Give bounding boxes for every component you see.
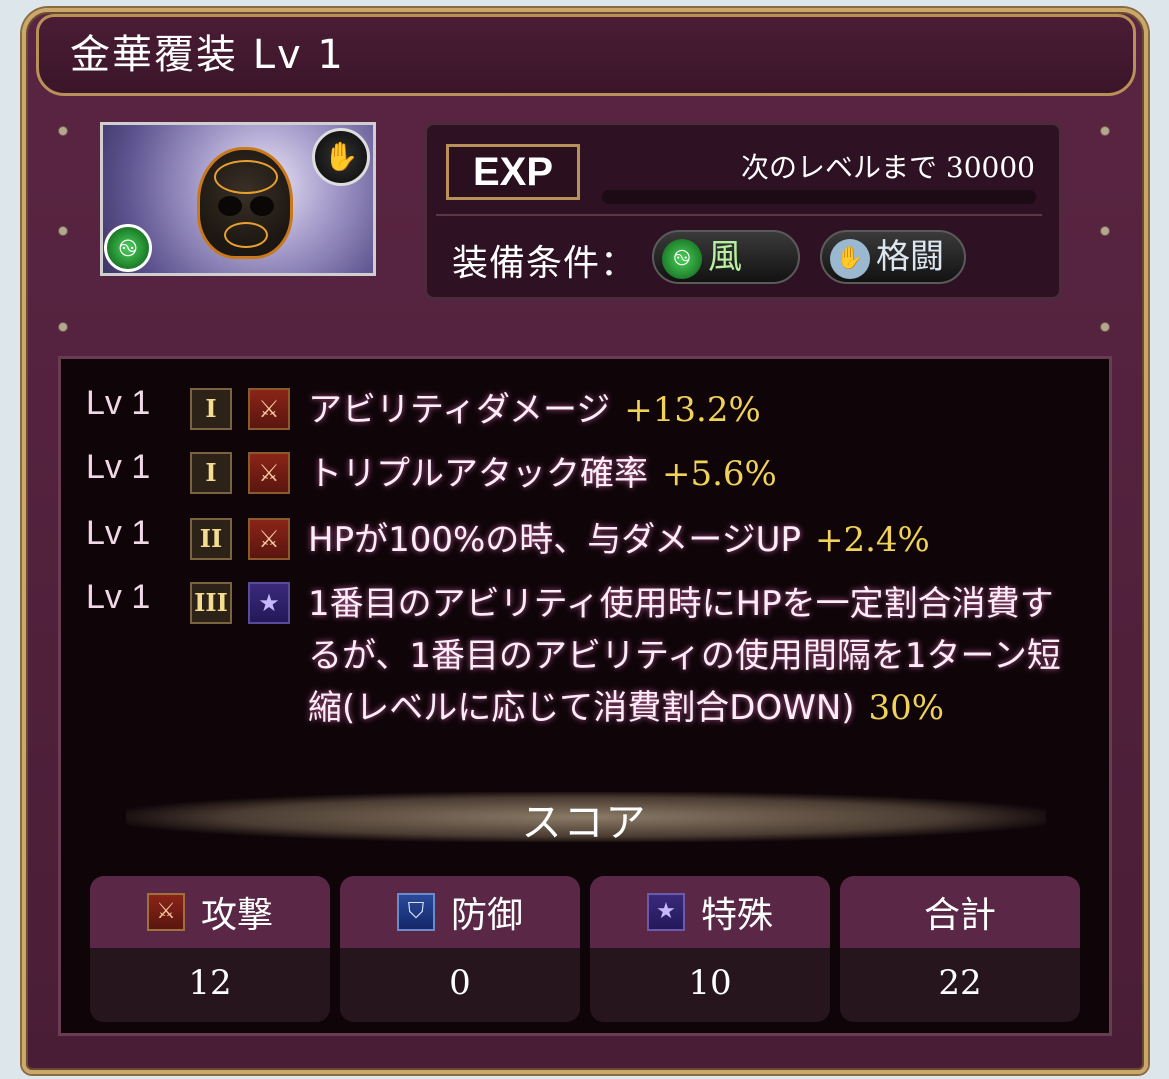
- tier-1-icon: I: [190, 388, 232, 430]
- skill-level: Lv 1: [86, 514, 151, 552]
- page-title: 金華覆装 Lv 1: [70, 32, 345, 78]
- score-special-header: ★ 特殊: [590, 876, 830, 948]
- star-icon: ★: [646, 893, 685, 931]
- rivet-decoration: [58, 126, 68, 136]
- exp-progress-bar: [602, 190, 1036, 204]
- score-special-label: 特殊: [700, 895, 773, 936]
- score-attack-card: ⚔ 攻撃 12: [90, 876, 330, 1022]
- skull-eye: [250, 196, 274, 216]
- attack-type-icon: ⚔: [248, 518, 290, 560]
- glove-icon: ✋: [830, 238, 870, 279]
- attack-icon: ⚔: [146, 893, 185, 931]
- skill-level: Lv 1: [86, 578, 151, 616]
- next-level-text: 次のレベルまで 30000: [741, 146, 1035, 186]
- score-defense-label: 防御: [450, 895, 523, 936]
- rivet-decoration: [58, 226, 68, 236]
- tier-3-icon: III: [190, 582, 232, 624]
- skill-description: トリプルアタック確率 +5.6%: [308, 448, 1088, 500]
- element-requirement-chip: ࿊ 風: [652, 230, 800, 284]
- skull-pattern: [224, 222, 268, 248]
- score-attack-header: ⚔ 攻撃: [90, 876, 330, 948]
- skull-eye: [218, 196, 242, 216]
- score-total-value: 22: [840, 948, 1080, 1022]
- skill-value: +13.2%: [624, 390, 761, 430]
- weapon-requirement-label: 格闘: [876, 237, 944, 277]
- next-level-label: 次のレベルまで: [741, 151, 938, 184]
- skill-description: 1番目のアビリティ使用時にHPを一定割合消費するが、1番目のアビリティの使用間隔…: [308, 578, 1078, 734]
- divider: [436, 214, 1042, 216]
- score-total-header: 合計: [840, 876, 1080, 948]
- skill-text: トリプルアタック確率: [308, 454, 648, 494]
- requirements-label: 装備条件：: [452, 243, 638, 284]
- skill-level: Lv 1: [86, 448, 151, 486]
- rivet-decoration: [58, 322, 68, 332]
- score-attack-value: 12: [90, 948, 330, 1022]
- skill-value: 30%: [868, 688, 945, 728]
- skill-value: +2.4%: [814, 520, 930, 560]
- exp-label: EXP: [446, 144, 580, 200]
- skull-pattern: [214, 160, 278, 194]
- score-attack-label: 攻撃: [200, 895, 273, 936]
- skill-description: アビリティダメージ +13.2%: [308, 384, 1088, 436]
- element-requirement-label: 風: [708, 237, 742, 277]
- score-special-value: 10: [590, 948, 830, 1022]
- tier-1-icon: I: [190, 452, 232, 494]
- attack-type-icon: ⚔: [248, 388, 290, 430]
- weapon-requirement-chip: ✋ 格闘: [820, 230, 966, 284]
- score-title: スコア: [521, 800, 648, 846]
- special-type-icon: ★: [248, 582, 290, 624]
- skill-level: Lv 1: [86, 384, 151, 422]
- next-level-value: 30000: [945, 151, 1035, 184]
- shield-icon: ⛉: [396, 893, 435, 931]
- rivet-decoration: [1100, 226, 1110, 236]
- score-defense-header: ⛉ 防御: [340, 876, 580, 948]
- skill-description: HPが100%の時、与ダメージUP +2.4%: [308, 514, 1088, 566]
- glove-icon: ✋: [312, 128, 370, 186]
- skill-text: HPが100%の時、与ダメージUP: [308, 520, 801, 560]
- skill-text: アビリティダメージ: [308, 390, 611, 430]
- score-total-card: 合計 22: [840, 876, 1080, 1022]
- wind-element-icon: ࿊: [662, 238, 702, 279]
- rivet-decoration: [1100, 322, 1110, 332]
- score-total-label: 合計: [923, 895, 996, 936]
- score-defense-value: 0: [340, 948, 580, 1022]
- rivet-decoration: [1100, 126, 1110, 136]
- score-special-card: ★ 特殊 10: [590, 876, 830, 1022]
- skill-text: 1番目のアビリティ使用時にHPを一定割合消費するが、1番目のアビリティの使用間隔…: [308, 584, 1061, 728]
- wind-element-icon: ࿊: [104, 224, 152, 272]
- tier-2-icon: II: [190, 518, 232, 560]
- skill-value: +5.6%: [662, 454, 777, 494]
- attack-type-icon: ⚔: [248, 452, 290, 494]
- score-defense-card: ⛉ 防御 0: [340, 876, 580, 1022]
- skull-mask-icon: [197, 147, 293, 259]
